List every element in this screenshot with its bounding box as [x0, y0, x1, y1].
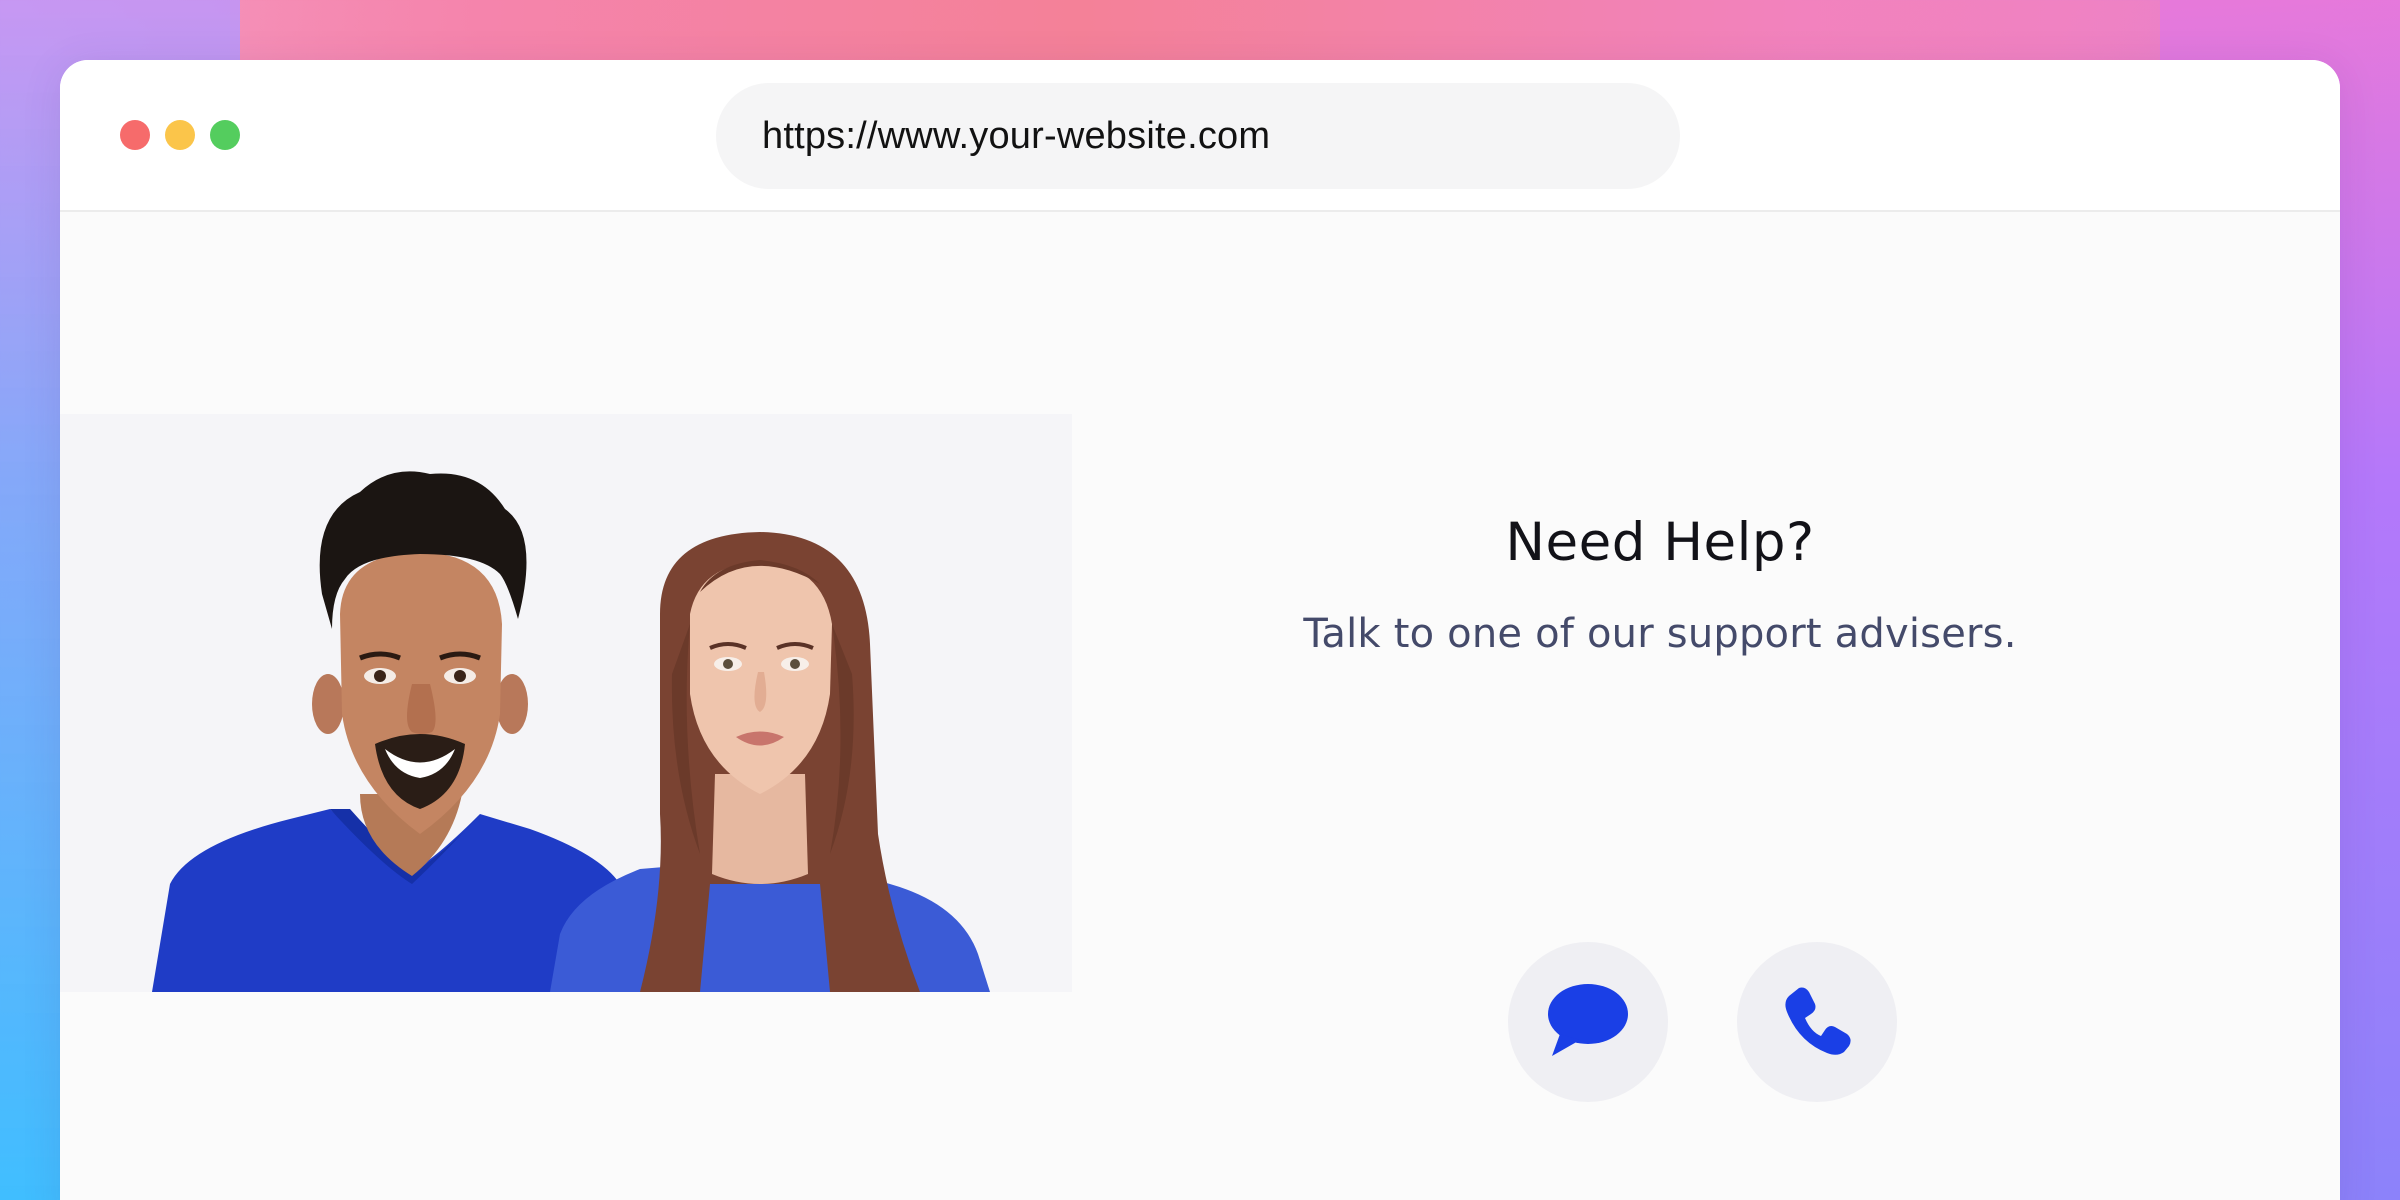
url-text[interactable]: https://www.your-website.com — [762, 115, 1270, 158]
contact-actions — [1160, 942, 2160, 1102]
help-panel: Need Help? Talk to one of our support ad… — [1160, 512, 2160, 1102]
zoom-window-button[interactable] — [210, 120, 240, 150]
chat-bubble-icon — [1546, 982, 1630, 1063]
phone-icon — [1781, 984, 1853, 1061]
browser-window: https://www.your-website.com Need Help? … — [60, 60, 2340, 1200]
browser-titlebar: https://www.your-website.com — [60, 60, 2340, 212]
address-bar[interactable]: https://www.your-website.com — [716, 83, 1680, 189]
help-subtitle: Talk to one of our support advisers. — [1303, 611, 2017, 657]
minimize-window-button[interactable] — [165, 120, 195, 150]
page-content: Need Help? Talk to one of our support ad… — [60, 212, 2340, 1200]
close-window-button[interactable] — [120, 120, 150, 150]
help-title: Need Help? — [1505, 512, 1815, 573]
phone-button[interactable] — [1737, 942, 1897, 1102]
support-advisers-photo — [60, 414, 1072, 992]
chat-button[interactable] — [1508, 942, 1668, 1102]
